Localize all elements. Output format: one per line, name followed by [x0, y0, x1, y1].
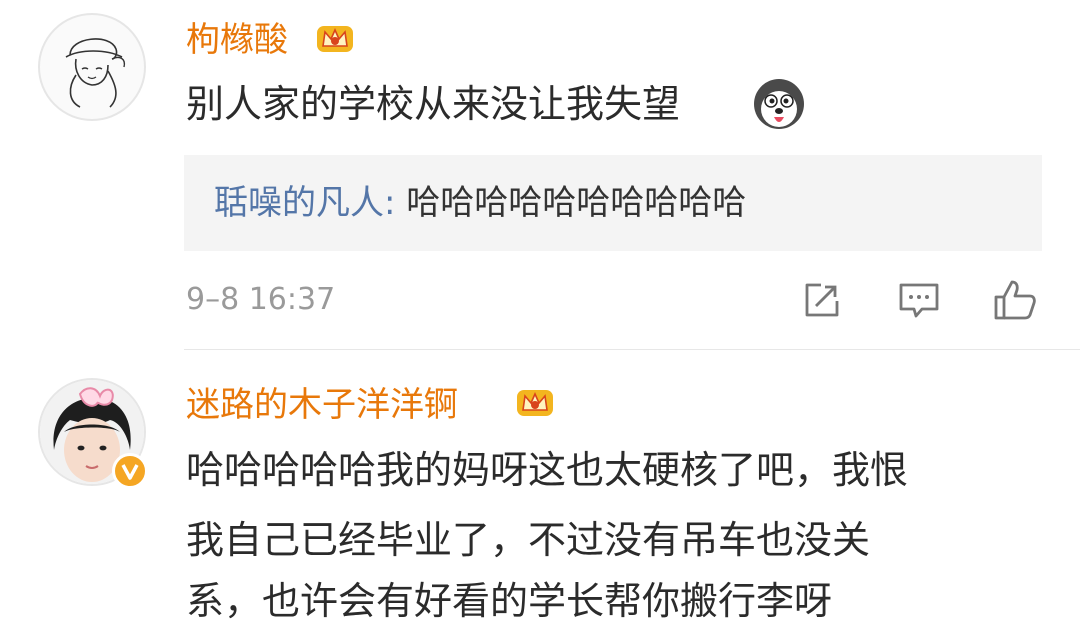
sketch-girl-avatar-icon	[65, 38, 126, 108]
husky-emoji-icon	[754, 79, 804, 129]
avatar[interactable]	[38, 13, 146, 121]
comment-text: 别人家的学校从来没让我失望	[186, 82, 681, 126]
crown-badge-icon	[317, 26, 353, 52]
verified-badge-icon	[112, 453, 148, 489]
comment-text-line: 我自己已经毕业了，不过没有吊车也没关	[186, 518, 871, 562]
share-icon[interactable]	[799, 277, 845, 323]
reply-separator: :	[384, 183, 396, 223]
username[interactable]: 枸橼酸	[186, 20, 288, 60]
reply-username[interactable]: 聒噪的凡人	[214, 183, 384, 223]
comment-icon[interactable]	[896, 277, 942, 323]
reply-line: 聒噪的凡人: 哈哈哈哈哈哈哈哈哈哈	[214, 180, 746, 226]
timestamp: 9–8 16:37	[186, 282, 336, 317]
comment-text-line: 系，也许会有好看的学长帮你搬行李呀	[186, 579, 833, 623]
like-icon[interactable]	[992, 277, 1038, 323]
username[interactable]: 迷路的木子洋洋锕	[186, 385, 458, 425]
crown-badge-icon	[517, 390, 553, 416]
reply-text: 哈哈哈哈哈哈哈哈哈哈	[406, 183, 747, 223]
comment-text-line: 哈哈哈哈哈我的妈呀这也太硬核了吧，我恨	[186, 448, 909, 492]
reply-box[interactable]: 聒噪的凡人: 哈哈哈哈哈哈哈哈哈哈	[184, 155, 1042, 251]
divider	[184, 349, 1080, 350]
